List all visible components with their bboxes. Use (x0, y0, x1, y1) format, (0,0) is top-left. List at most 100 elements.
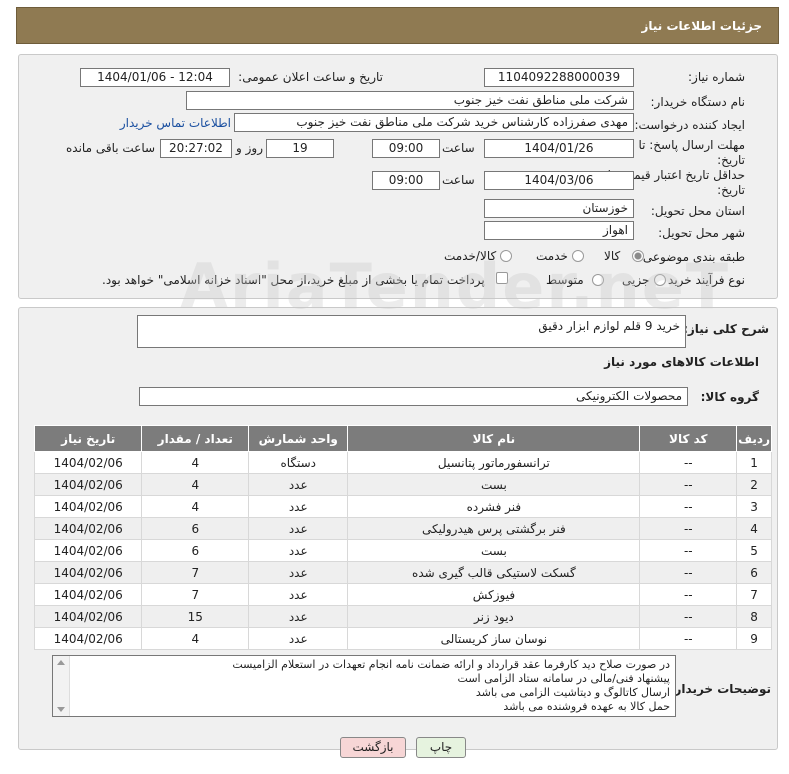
reply-time-label: ساعت (442, 141, 475, 155)
cell-row-num: 4 (736, 517, 772, 540)
cell-date: 1404/02/06 (33, 517, 143, 540)
buyer-notes-textarea[interactable]: در صورت صلاح دید کارفرما عقد قرارداد و ا… (52, 655, 676, 717)
print-button[interactable]: چاپ (416, 737, 466, 758)
cell-unit: عدد (248, 517, 349, 540)
requester-label: ایجاد کننده درخواست: (634, 118, 745, 132)
cell-quantity: 4 (141, 495, 250, 518)
cell-code: -- (639, 495, 738, 518)
buyer-org-label: نام دستگاه خریدار: (650, 95, 746, 109)
summary-text: خرید 9 قلم لوازم ابزار دقیق (538, 319, 680, 333)
cell-quantity: 7 (141, 561, 250, 584)
announce-field: 1404/01/06 - 12:04 (80, 68, 230, 87)
cell-row-num: 8 (736, 605, 772, 628)
cell-name: ترانسفورماتور پتانسیل (347, 451, 641, 474)
buyer-org-field: شرکت ملی مناطق نفت خیز جنوب (186, 91, 634, 110)
treasury-payment-checkbox[interactable] (496, 272, 508, 284)
buyer-note-line: پیشنهاد فنی/مالی در سامانه ستاد الزامی ا… (457, 672, 670, 685)
cell-unit: عدد (248, 627, 349, 650)
summary-textarea: خرید 9 قلم لوازم ابزار دقیق (137, 315, 686, 348)
cell-row-num: 1 (736, 451, 772, 474)
col-header-unit: واحد شمارش (248, 425, 349, 452)
buyer-note-line: حمل کالا به عهده فروشنده می باشد (503, 700, 670, 713)
cell-name: گسکت لاستیکی قالب گیری شده (347, 561, 641, 584)
cell-unit: عدد (248, 561, 349, 584)
table-row: 6 -- گسکت لاستیکی قالب گیری شده عدد 7 14… (33, 561, 772, 584)
remaining-days-field: 19 (266, 139, 334, 158)
purchase-option-medium: متوسط (546, 273, 584, 287)
purchase-radio-medium[interactable] (592, 274, 604, 286)
cell-name: بست (347, 539, 641, 562)
col-header-name: نام کالا (347, 425, 641, 452)
buyer-note-line: ارسال کاتالوگ و دیتاشیت الزامی می باشد (475, 686, 670, 699)
days-label: روز و (236, 141, 263, 155)
page-title: جزئیات اطلاعات نیاز (641, 19, 762, 33)
cell-code: -- (639, 561, 738, 584)
table-row: 5 -- بست عدد 6 1404/02/06 (33, 539, 772, 562)
cell-date: 1404/02/06 (33, 605, 143, 628)
cell-code: -- (639, 539, 738, 562)
cell-name: نوسان ساز کریستالی (347, 627, 641, 650)
buyer-contact-link[interactable]: اطلاعات تماس خریدار (120, 116, 231, 130)
price-validity-time: 09:00 (372, 171, 440, 190)
cell-quantity: 4 (141, 473, 250, 496)
category-radio-goods[interactable] (632, 250, 644, 262)
cell-date: 1404/02/06 (33, 539, 143, 562)
cell-code: -- (639, 583, 738, 606)
price-validity-date: 1404/03/06 (484, 171, 634, 190)
reply-deadline-time: 09:00 (372, 139, 440, 158)
province-field: خوزستان (484, 199, 634, 218)
category-label: طبقه بندی موضوعی: (638, 250, 745, 264)
back-button[interactable]: بازگشت (340, 737, 406, 758)
cell-row-num: 2 (736, 473, 772, 496)
need-number-field: 1104092288000039 (484, 68, 634, 87)
cell-unit: عدد (248, 583, 349, 606)
city-label: شهر محل تحویل: (658, 226, 745, 240)
table-row: 1 -- ترانسفورماتور پتانسیل دستگاه 4 1404… (33, 451, 772, 474)
announce-label: تاریخ و ساعت اعلان عمومی: (238, 70, 383, 84)
table-row: 3 -- فنر فشرده عدد 4 1404/02/06 (33, 495, 772, 518)
cell-row-num: 6 (736, 561, 772, 584)
col-header-quantity: تعداد / مقدار (141, 425, 250, 452)
remaining-time-field: 20:27:02 (160, 139, 232, 158)
table-row: 7 -- فیوزکش عدد 7 1404/02/06 (33, 583, 772, 606)
cell-unit: دستگاه (248, 451, 349, 474)
goods-group-field: محصولات الکترونیکی (139, 387, 688, 406)
category-radio-goods-service[interactable] (500, 250, 512, 262)
cell-row-num: 3 (736, 495, 772, 518)
items-table: ردیف کد کالا نام کالا واحد شمارش تعداد /… (33, 425, 772, 650)
city-field: اهواز (484, 221, 634, 240)
notes-scrollbar[interactable] (53, 656, 70, 716)
cell-quantity: 15 (141, 605, 250, 628)
scroll-down-icon[interactable] (57, 707, 65, 712)
cell-date: 1404/02/06 (33, 627, 143, 650)
cell-date: 1404/02/06 (33, 495, 143, 518)
cell-name: بست (347, 473, 641, 496)
cell-code: -- (639, 451, 738, 474)
cell-unit: عدد (248, 605, 349, 628)
purchase-type-label: نوع فرآیند خرید : (660, 273, 745, 287)
items-section-title: اطلاعات کالاهای مورد نیاز (604, 355, 759, 369)
cell-name: دیود زنر (347, 605, 641, 628)
category-option-goods: کالا (604, 249, 621, 263)
cell-code: -- (639, 627, 738, 650)
category-option-service: خدمت (536, 249, 568, 263)
table-header-row: ردیف کد کالا نام کالا واحد شمارش تعداد /… (33, 425, 772, 452)
buyer-notes-label: توضیحات خریدار: (669, 682, 771, 696)
cell-unit: عدد (248, 539, 349, 562)
col-header-date: تاریخ نیاز (33, 425, 143, 452)
page-header: جزئیات اطلاعات نیاز (16, 7, 779, 44)
table-row: 8 -- دیود زنر عدد 15 1404/02/06 (33, 605, 772, 628)
purchase-radio-minor[interactable] (654, 274, 666, 286)
price-validity-time-label: ساعت (442, 173, 475, 187)
cell-unit: عدد (248, 473, 349, 496)
scroll-up-icon[interactable] (57, 660, 65, 665)
cell-name: فیوزکش (347, 583, 641, 606)
cell-date: 1404/02/06 (33, 451, 143, 474)
cell-unit: عدد (248, 495, 349, 518)
category-radio-service[interactable] (572, 250, 584, 262)
remaining-time-label: ساعت باقی مانده (66, 141, 156, 155)
cell-row-num: 9 (736, 627, 772, 650)
buyer-note-line: در صورت صلاح دید کارفرما عقد قرارداد و ا… (232, 658, 670, 671)
cell-code: -- (639, 473, 738, 496)
cell-name: فنر فشرده (347, 495, 641, 518)
